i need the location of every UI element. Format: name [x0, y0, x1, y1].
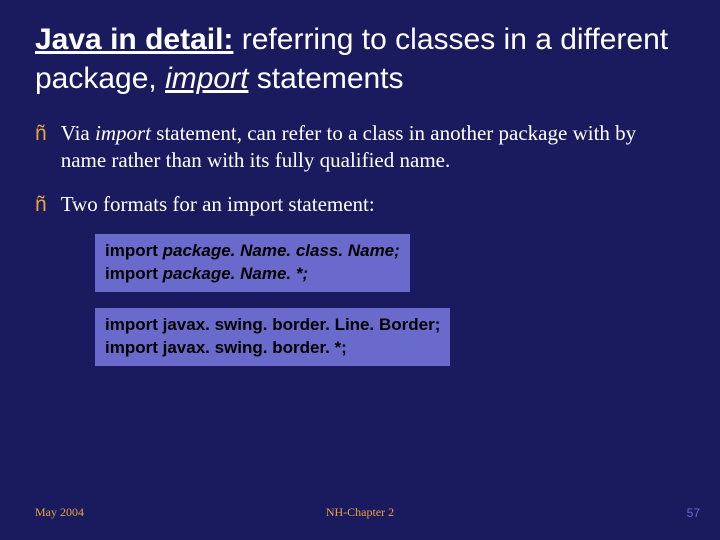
footer-date: May 2004: [35, 505, 84, 520]
bullet-text: Via import statement, can refer to a cla…: [61, 120, 685, 175]
title-bold: Java in detail:: [35, 23, 233, 56]
title-part2: statements: [248, 62, 403, 95]
code-line: import javax. swing. border. Line. Borde…: [105, 314, 440, 337]
footer-page-number: 57: [687, 506, 700, 520]
bullet-marker-icon: ñ: [35, 120, 47, 175]
bullet-item: ñ Via import statement, can refer to a c…: [35, 120, 685, 175]
keyword: import: [105, 241, 158, 260]
title-italic: import: [165, 62, 248, 95]
code-line: import package. Name. class. Name;: [105, 240, 400, 263]
code-rest: package. Name. class. Name;: [158, 241, 400, 260]
bullet-italic: import: [95, 121, 151, 145]
keyword: import: [105, 264, 158, 283]
footer: May 2004 NH-Chapter 2 57: [0, 505, 720, 520]
code-line: import package. Name. *;: [105, 263, 400, 286]
keyword: import: [105, 315, 158, 334]
code-rest: javax. swing. border. Line. Border;: [158, 315, 440, 334]
code-line: import javax. swing. border. *;: [105, 337, 440, 360]
bullet-pre: Via: [61, 121, 95, 145]
code-rest: javax. swing. border. *;: [158, 338, 347, 357]
bullet-pre: Two formats for an import statement:: [61, 192, 375, 216]
code-box-2: import javax. swing. border. Line. Borde…: [35, 308, 685, 382]
bullet-item: ñ Two formats for an import statement:: [35, 191, 685, 218]
code-rest: package. Name. *;: [158, 264, 308, 283]
footer-chapter: NH-Chapter 2: [0, 505, 720, 520]
keyword: import: [105, 338, 158, 357]
bullet-marker-icon: ñ: [35, 191, 47, 218]
slide-content: Java in detail: referring to classes in …: [0, 0, 720, 382]
code-box-1: import package. Name. class. Name; impor…: [35, 234, 685, 308]
bullet-text: Two formats for an import statement:: [61, 191, 375, 218]
slide-title: Java in detail: referring to classes in …: [35, 20, 685, 98]
